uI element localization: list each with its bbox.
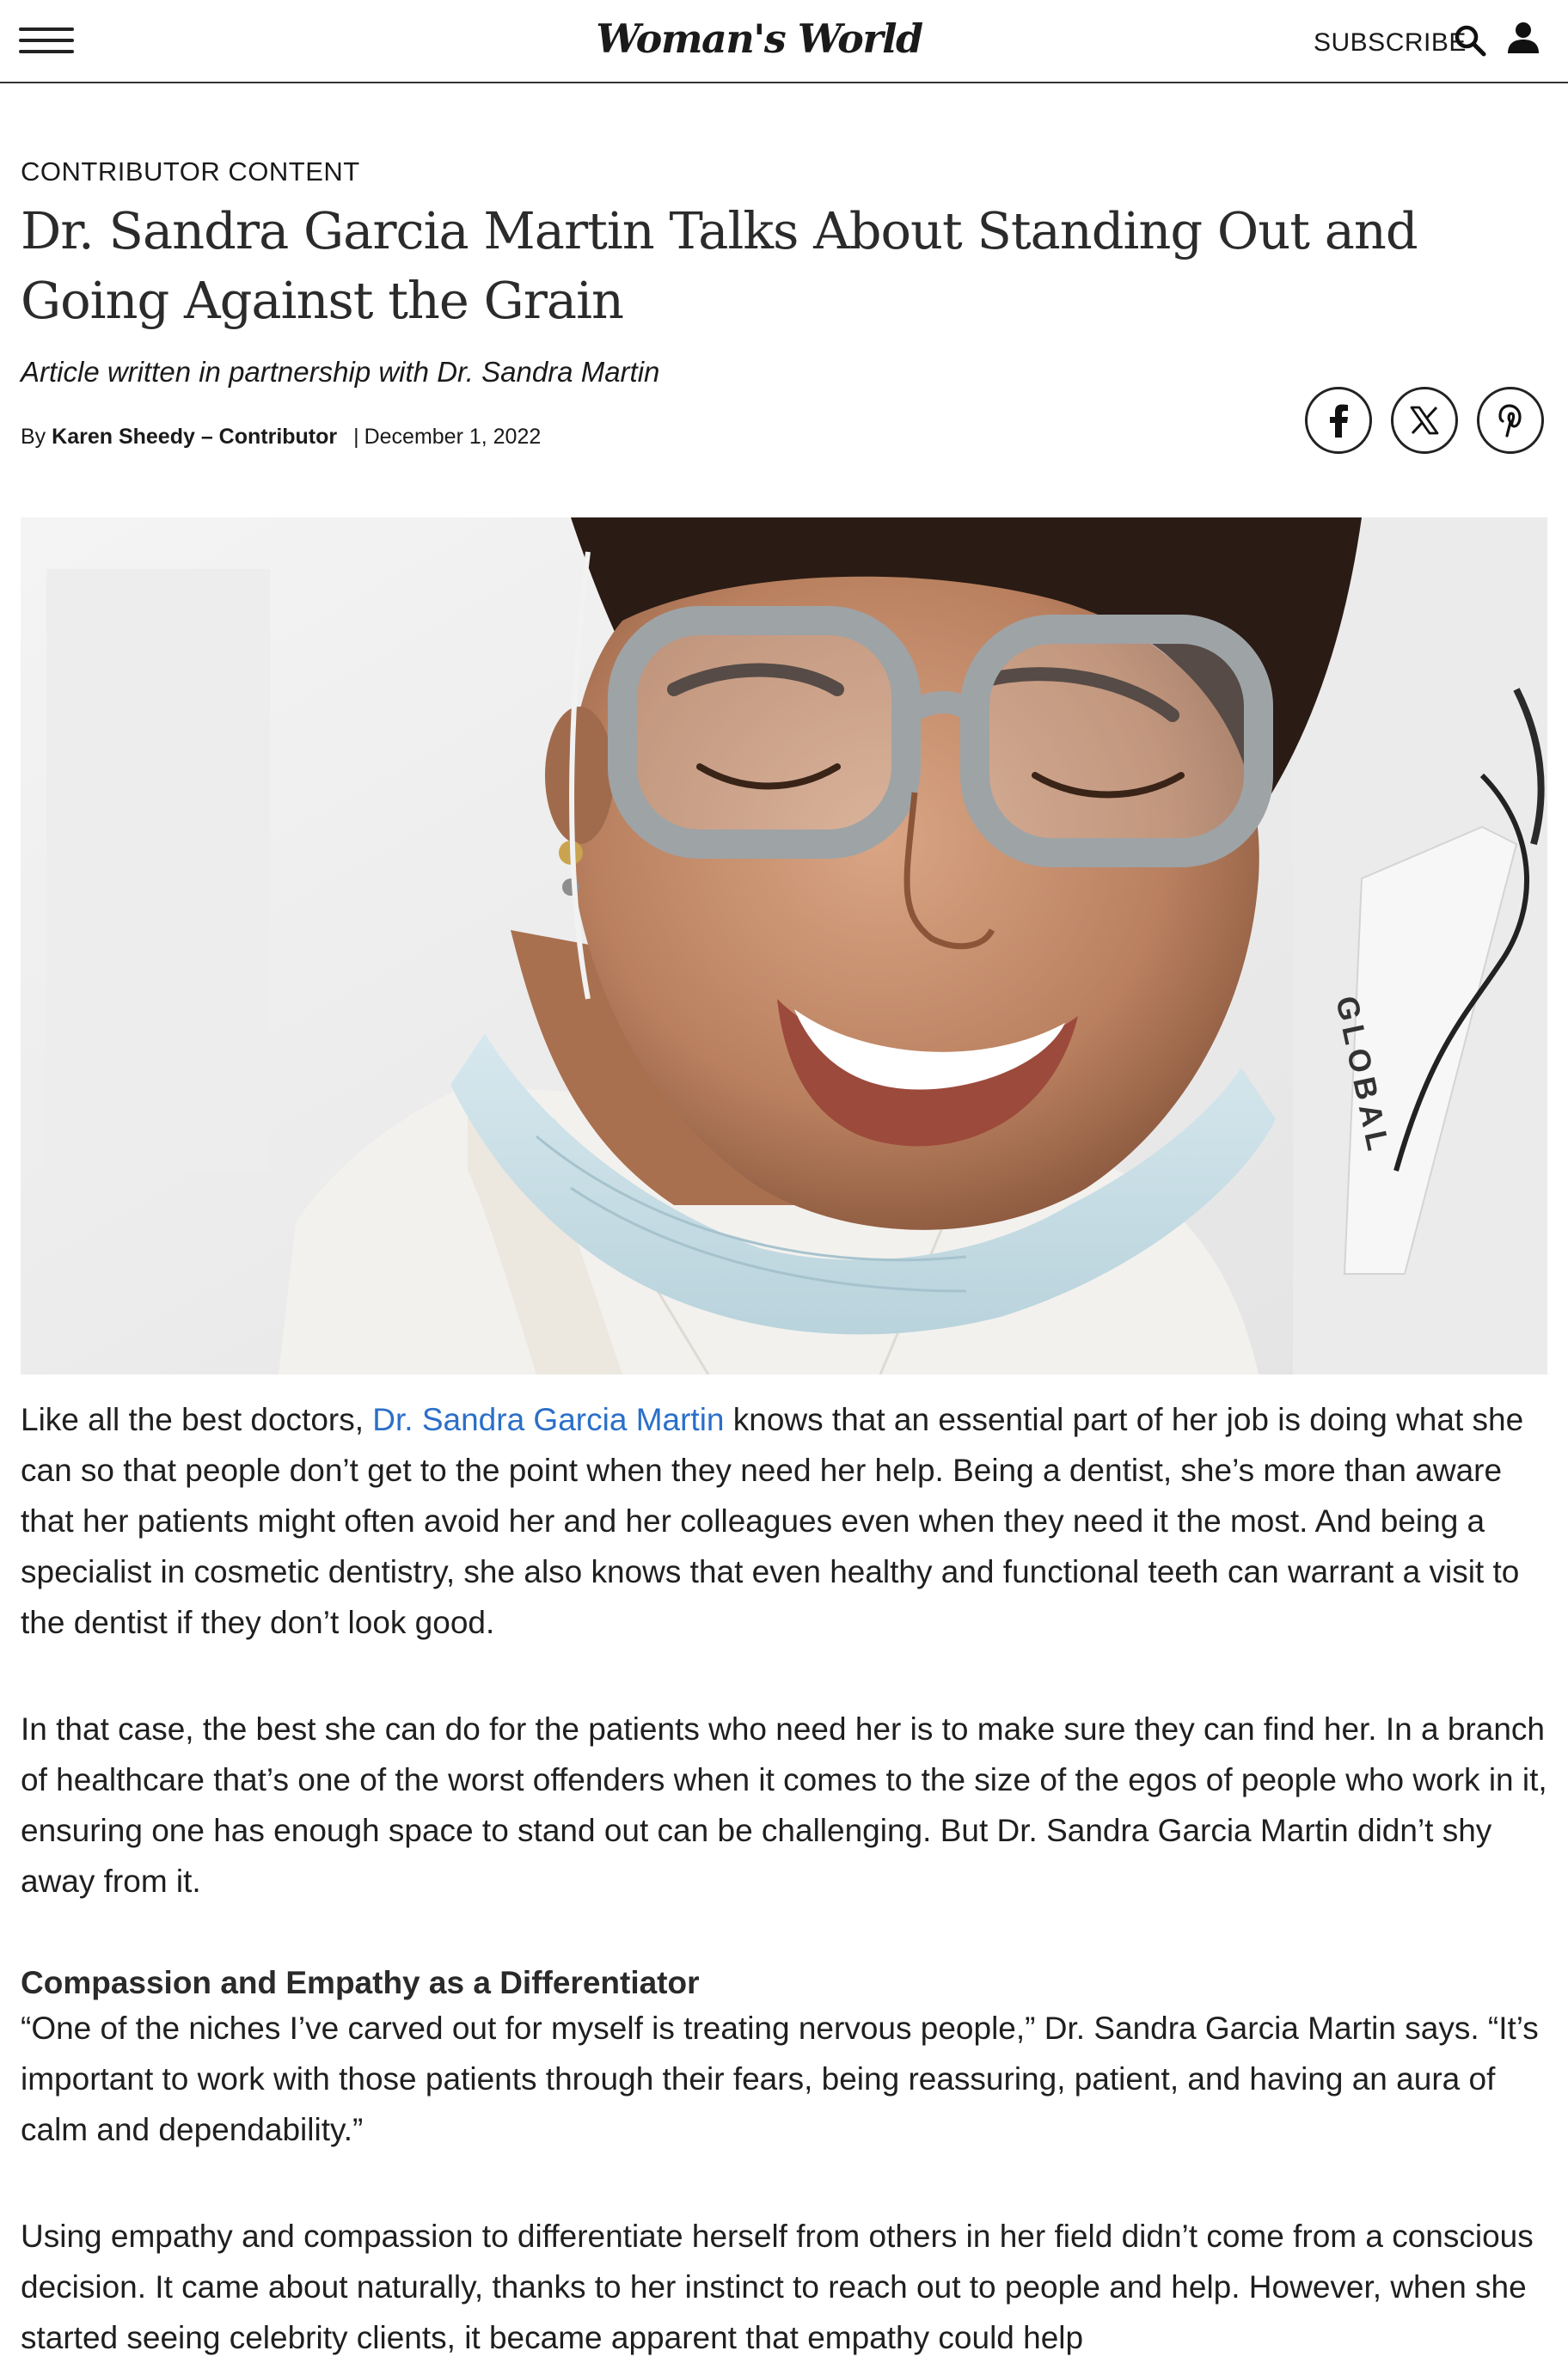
- author-name[interactable]: Karen Sheedy – Contributor: [52, 425, 337, 449]
- article-paragraph-1: Like all the best doctors, Dr. Sandra Ga…: [21, 1394, 1547, 1648]
- hero-image: GLOBAL: [21, 517, 1547, 1374]
- doctor-name-link[interactable]: Dr. Sandra Garcia Martin: [372, 1402, 724, 1437]
- paragraph-1-rest: knows that an essential part of her job …: [21, 1402, 1524, 1640]
- article-title: Dr. Sandra Garcia Martin Talks About Sta…: [21, 201, 1418, 330]
- search-icon[interactable]: [1453, 23, 1487, 58]
- partnership-note: Article written in partnership with Dr. …: [21, 356, 660, 388]
- section-subheading: Compassion and Empathy as a Differentiat…: [21, 1965, 700, 2000]
- share-pinterest-button[interactable]: [1477, 387, 1544, 454]
- paragraph-1-lead: Like all the best doctors,: [21, 1402, 373, 1437]
- article-paragraph-2: In that case, the best she can do for th…: [21, 1711, 1547, 1899]
- site-logo-text: Woman's World: [596, 15, 923, 62]
- dentist-portrait-illustration: GLOBAL: [21, 517, 1547, 1374]
- x-icon: [1410, 406, 1439, 435]
- article-paragraph-3: “One of the niches I’ve carved out for m…: [21, 2011, 1539, 2147]
- pinterest-icon: [1498, 404, 1522, 438]
- byline-separator: |: [353, 425, 359, 449]
- facebook-icon: [1330, 404, 1348, 438]
- byline: By Karen Sheedy – Contributor | December …: [21, 425, 541, 450]
- share-x-button[interactable]: [1391, 387, 1458, 454]
- byline-prefix: By: [21, 425, 46, 449]
- publish-date: December 1, 2022: [364, 425, 542, 449]
- site-header: Woman's World SUBSCRIBE: [0, 0, 1568, 83]
- user-icon[interactable]: [1506, 21, 1540, 55]
- article-paragraph-4: Using empathy and compassion to differen…: [21, 2219, 1534, 2355]
- article-kicker: CONTRIBUTOR CONTENT: [21, 156, 360, 187]
- subscribe-link[interactable]: SUBSCRIBE: [1314, 28, 1467, 58]
- share-facebook-button[interactable]: [1305, 387, 1372, 454]
